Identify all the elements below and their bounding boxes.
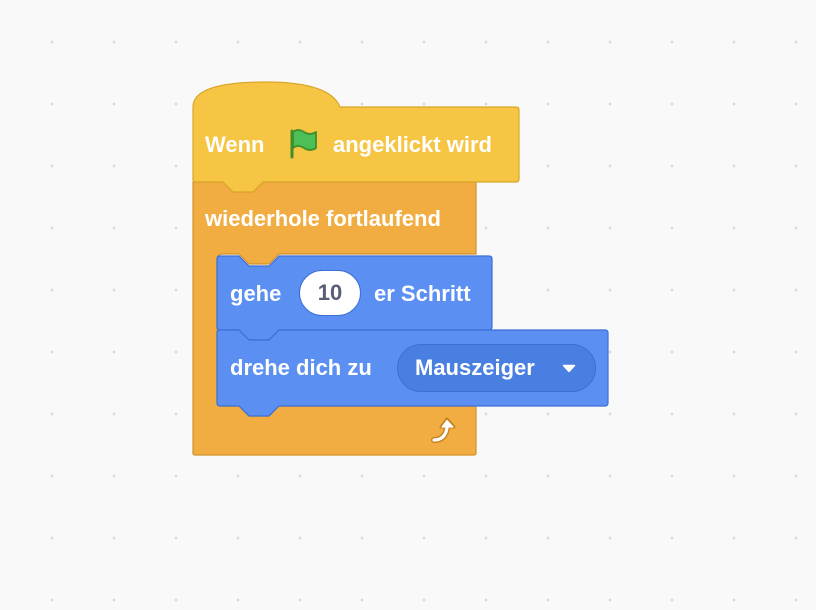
forever-label: wiederhole fortlaufend (205, 206, 441, 231)
steps-input[interactable]: 10 (299, 270, 361, 316)
hat-label-wenn: Wenn (205, 132, 265, 157)
move-label-gehe: gehe (230, 281, 282, 306)
move-label-schritt: er Schritt (374, 281, 471, 306)
green-flag-icon[interactable] (285, 127, 319, 161)
target-dropdown-value: Mauszeiger (415, 355, 535, 380)
point-towards-label: drehe dich zu (230, 355, 372, 380)
target-dropdown[interactable]: Mauszeiger (397, 344, 596, 392)
repeat-arrow-icon (431, 417, 456, 443)
hat-label-angeklickt: angeklickt wird (333, 132, 492, 157)
caret-down-icon (562, 364, 576, 373)
code-script: Wenn angeklickt wird wiederhole fortlauf… (0, 0, 816, 610)
